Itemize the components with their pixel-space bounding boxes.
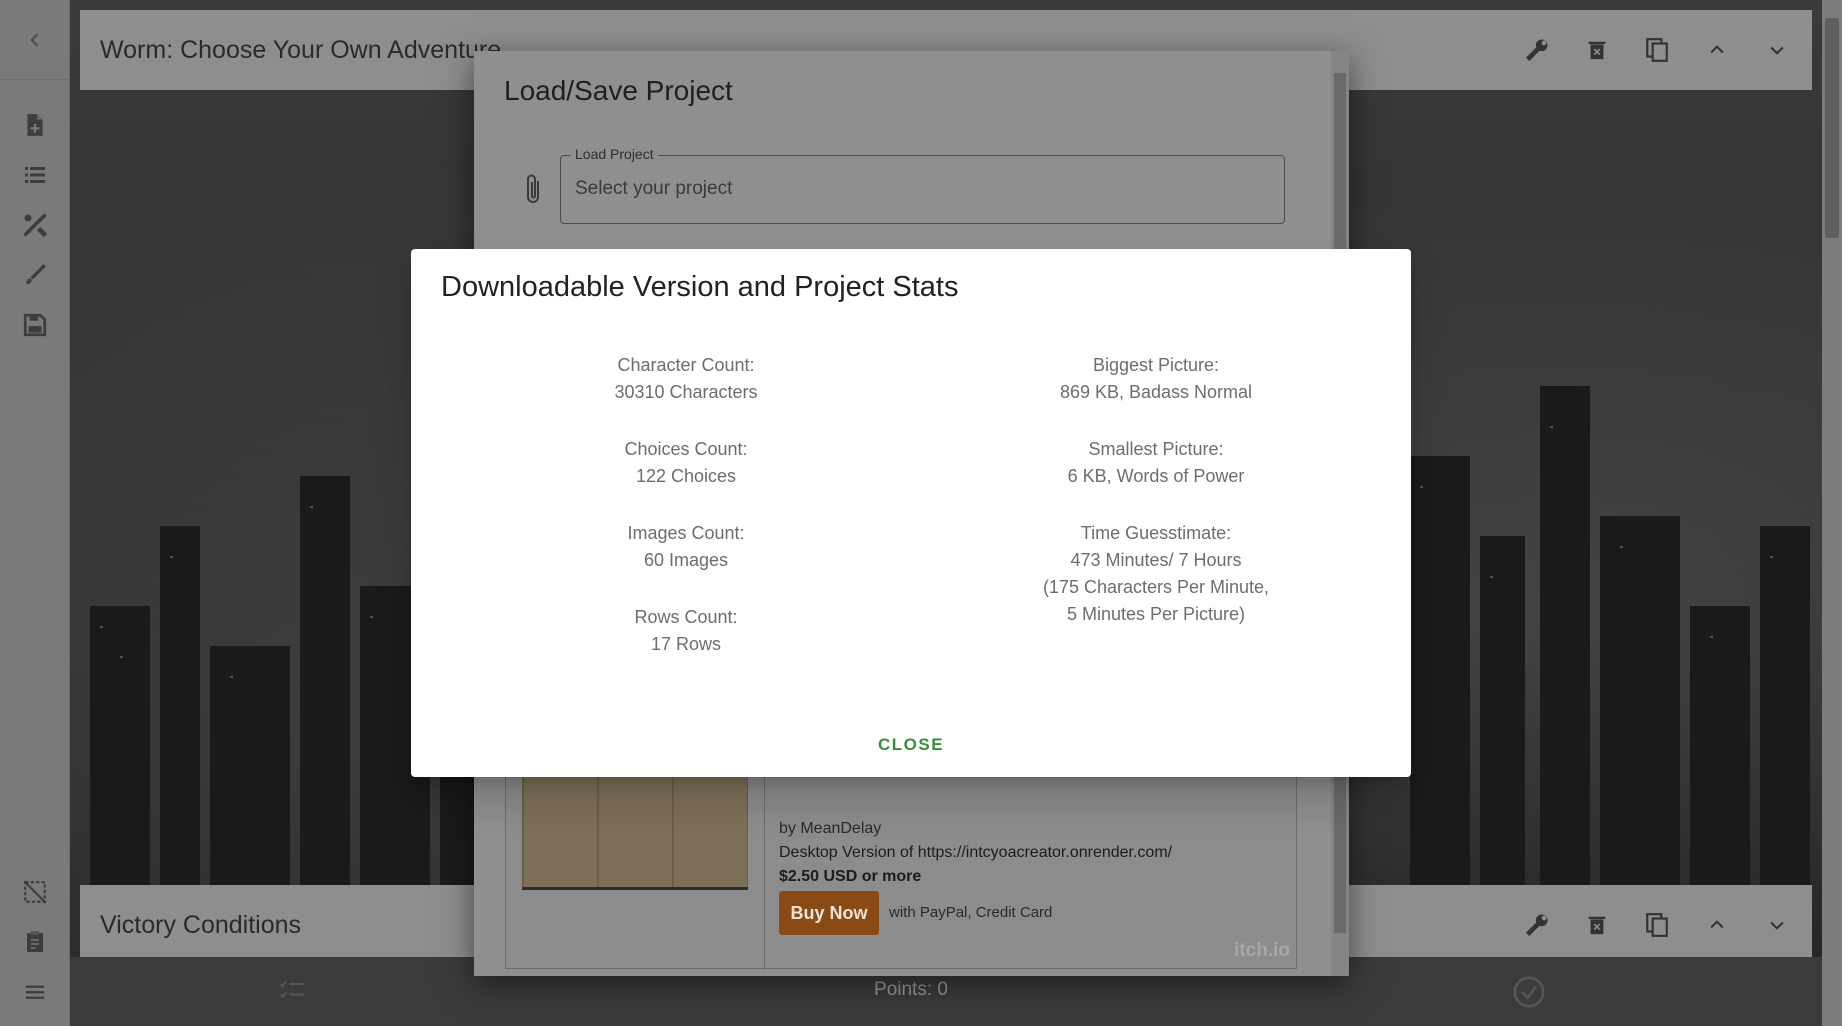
list-button[interactable] — [20, 160, 50, 190]
save-icon — [23, 313, 47, 337]
chevron-down-icon — [1770, 921, 1784, 930]
row-move-up-button[interactable] — [1702, 35, 1732, 65]
load-project-field[interactable]: Load Project Select your project — [560, 146, 1285, 224]
stat-value: 122 Choices — [635, 466, 737, 486]
chevron-up-icon — [1710, 920, 1724, 929]
copy-icon — [1646, 38, 1668, 62]
deselect-icon — [23, 880, 47, 904]
itch-logo[interactable]: itch.io — [1234, 940, 1290, 962]
page-scrollbar-thumb[interactable] — [1825, 18, 1839, 238]
left-sidebar — [0, 0, 70, 1026]
new-file-icon — [27, 114, 43, 136]
stat-value: 473 Minutes/ 7 Hours — [1070, 550, 1242, 570]
stats-left-column: Character Count: 30310 Characters Choice… — [486, 352, 886, 688]
field-placeholder: Select your project — [575, 178, 733, 199]
row-duplicate-button[interactable] — [1642, 35, 1672, 65]
tools-icon — [23, 213, 48, 238]
stat-label: Smallest Picture: — [1088, 439, 1224, 459]
stat-label: Rows Count: — [634, 607, 738, 627]
row-settings-button[interactable] — [1522, 35, 1552, 65]
copy-icon — [1646, 913, 1668, 937]
row-title: Victory Conditions — [100, 910, 302, 939]
clipboard-icon — [27, 931, 43, 952]
row-settings-button[interactable] — [1522, 910, 1552, 940]
stat-label: Time Guesstimate: — [1080, 523, 1232, 543]
itch-cover-image — [522, 760, 748, 890]
chevron-up-icon — [1710, 45, 1724, 54]
stat-value: 60 Images — [643, 550, 729, 570]
payment-methods: with PayPal, Credit Card — [889, 904, 1053, 921]
row-move-down-button[interactable] — [1762, 35, 1792, 65]
stat-images-count: Images Count: 60 Images — [486, 520, 886, 574]
paperclip-icon[interactable] — [522, 173, 546, 207]
delete-icon — [1588, 41, 1606, 60]
dialog-title: Load/Save Project — [504, 75, 733, 106]
itch-author[interactable]: by MeanDelay — [779, 820, 881, 838]
chevron-down-icon — [1770, 46, 1784, 55]
stat-biggest-picture: Biggest Picture: 869 KB, Badass Normal — [956, 352, 1356, 406]
points-counter: Points: 0 — [874, 979, 948, 1000]
row-tools — [1522, 885, 1792, 965]
buy-now-button[interactable]: Buy Now — [779, 891, 879, 935]
stat-character-count: Character Count: 30310 Characters — [486, 352, 886, 406]
check-circle-icon — [1513, 976, 1545, 1008]
row-delete-button[interactable] — [1582, 35, 1612, 65]
row-duplicate-button[interactable] — [1642, 910, 1672, 940]
clipboard-button[interactable] — [20, 927, 50, 957]
stat-value: 30310 Characters — [614, 382, 758, 402]
stat-note: (175 Characters Per Minute, — [1042, 577, 1270, 597]
row-move-down-button[interactable] — [1762, 910, 1792, 940]
stats-right-column: Biggest Picture: 869 KB, Badass Normal S… — [956, 352, 1356, 658]
row-move-up-button[interactable] — [1702, 910, 1732, 940]
stat-label: Biggest Picture: — [1092, 355, 1220, 375]
stat-value: 869 KB, Badass Normal — [1059, 382, 1253, 402]
field-label: Load Project — [571, 146, 658, 162]
modal-title: Downloadable Version and Project Stats — [441, 271, 959, 303]
stat-label: Images Count: — [627, 523, 745, 543]
new-file-button[interactable] — [20, 110, 50, 140]
itch-description: Desktop Version of https://intcyoacreato… — [779, 844, 1173, 861]
stat-time-guesstimate: Time Guesstimate: 473 Minutes/ 7 Hours (… — [956, 520, 1356, 628]
brush-icon — [26, 264, 46, 285]
stat-choices-count: Choices Count: 122 Choices — [486, 436, 886, 490]
list-icon — [25, 167, 45, 183]
stat-value: 17 Rows — [650, 634, 722, 654]
page-scrollbar[interactable] — [1822, 0, 1842, 1026]
delete-icon — [1588, 916, 1606, 935]
itch-price: $2.50 USD or more — [779, 868, 922, 885]
project-stats-modal: Downloadable Version and Project Stats C… — [411, 249, 1411, 777]
menu-icon — [25, 985, 45, 999]
wrench-icon — [1526, 914, 1548, 936]
stat-note: 5 Minutes Per Picture) — [1066, 604, 1246, 624]
menu-button[interactable] — [20, 977, 50, 1007]
save-button[interactable] — [20, 310, 50, 340]
wrench-icon — [1526, 39, 1548, 61]
chevron-left-icon — [30, 32, 39, 47]
tools-button[interactable] — [20, 210, 50, 240]
back-button[interactable] — [0, 0, 70, 80]
divider — [764, 760, 765, 970]
stat-label: Character Count: — [617, 355, 755, 375]
stat-rows-count: Rows Count: 17 Rows — [486, 604, 886, 658]
stat-value: 6 KB, Words of Power — [1067, 466, 1245, 486]
brush-button[interactable] — [20, 260, 50, 290]
stat-label: Choices Count: — [624, 439, 748, 459]
itch-widget: by MeanDelay Desktop Version of https://… — [505, 759, 1297, 970]
confirm-button[interactable] — [1512, 975, 1546, 1014]
row-delete-button[interactable] — [1582, 910, 1612, 940]
row-title: Worm: Choose Your Own Adventure — [100, 35, 502, 64]
row-tools — [1522, 10, 1792, 90]
stat-smallest-picture: Smallest Picture: 6 KB, Words of Power — [956, 436, 1356, 490]
deselect-button[interactable] — [20, 877, 50, 907]
close-button[interactable]: CLOSE — [851, 727, 971, 763]
